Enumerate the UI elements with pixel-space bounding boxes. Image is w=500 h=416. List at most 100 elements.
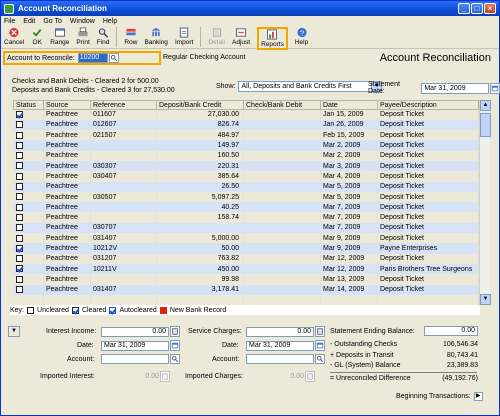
close-icon[interactable]: × (484, 3, 496, 14)
row-status-cell[interactable] (13, 274, 44, 285)
interest-account-input[interactable] (101, 354, 169, 364)
table-row[interactable]: Peachtree 10211V 450.00 Mar 12, 2009 Paris B… (13, 263, 479, 275)
checkbox-icon[interactable] (15, 224, 23, 232)
table-scrollbar[interactable]: ▲ ▼ (479, 100, 491, 305)
table-row[interactable]: Peachtree 99.98 Mar 13, 2009 Deposit Ticket (13, 274, 479, 285)
table-row[interactable]: Peachtree 158.74 Mar 7, 2009 Deposit Ticket (13, 212, 479, 223)
checkbox-checked-icon[interactable] (15, 265, 23, 273)
lookup-icon[interactable] (170, 354, 180, 364)
cancel-button[interactable]: Cancel (4, 27, 24, 46)
col-deposit[interactable]: Deposit/Bank Credit (156, 100, 244, 110)
row-status-cell[interactable] (13, 130, 44, 141)
account-input[interactable]: 10200 (77, 53, 108, 63)
row-status-cell[interactable] (13, 140, 44, 151)
lookup-icon[interactable] (315, 354, 325, 364)
checkbox-icon[interactable] (15, 183, 23, 191)
row-status-cell[interactable] (13, 263, 44, 275)
interest-income-input[interactable]: 0.00 (101, 326, 169, 337)
row-status-cell[interactable] (13, 109, 44, 120)
service-date-input[interactable]: Mar 31, 2009 (246, 340, 314, 351)
checkbox-icon[interactable] (15, 152, 23, 160)
minimize-icon[interactable]: _ (458, 3, 470, 14)
col-check[interactable]: Check/Bank Debit (243, 100, 321, 110)
checkbox-icon[interactable] (15, 131, 23, 139)
ok-button[interactable]: OK (31, 27, 43, 46)
row-status-cell[interactable] (13, 191, 44, 203)
calculator-icon[interactable] (170, 326, 180, 337)
maximize-icon[interactable]: □ (471, 3, 483, 14)
service-charges-input[interactable]: 0.00 (246, 326, 314, 337)
statement-ending-input[interactable]: 0.00 (424, 326, 478, 336)
menu-file[interactable]: File (4, 18, 15, 25)
scroll-thumb[interactable] (480, 113, 491, 137)
table-row[interactable]: Peachtree 030407 385.64 Mar 4, 2009 Deposit … (13, 171, 479, 182)
col-status[interactable]: Status (13, 100, 44, 110)
table-row[interactable]: Peachtree 40.25 Mar 7, 2009 Deposit Ticket (13, 202, 479, 213)
detail-button[interactable]: Detail (208, 27, 225, 46)
col-reference[interactable]: Reference (90, 100, 157, 110)
row-status-cell[interactable] (13, 233, 44, 244)
row-status-cell[interactable] (13, 171, 44, 182)
row-status-cell[interactable] (13, 284, 44, 295)
checkbox-checked-icon[interactable] (15, 244, 23, 252)
banking-button[interactable]: Banking (144, 27, 168, 46)
checkbox-icon[interactable] (15, 213, 23, 221)
checkbox-checked-icon[interactable] (15, 111, 23, 119)
row-status-cell[interactable] (13, 202, 44, 213)
row-status-cell[interactable] (13, 294, 44, 306)
show-select[interactable]: All, Deposits and Bank Credits First ▼ (238, 81, 383, 92)
table-row[interactable]: Peachtree 031207 763.82 Mar 12, 2009 Deposit… (13, 253, 479, 264)
table-row[interactable]: Peachtree 26.50 Mar 5, 2009 Deposit Ticket (13, 181, 479, 192)
row-status-cell[interactable] (13, 243, 44, 254)
table-row[interactable]: Peachtree 012607 826.74 Jan 26, 2009 Deposit… (13, 119, 479, 131)
table-row[interactable]: Peachtree 149.97 Mar 2, 2009 Deposit Ticket (13, 140, 479, 151)
scroll-down-icon[interactable]: ▼ (480, 294, 491, 305)
checkbox-icon[interactable] (15, 255, 23, 263)
adjust-button[interactable]: Adjust (232, 27, 250, 46)
table-row[interactable]: Peachtree 030707 Mar 7, 2009 Deposit Ticket (13, 222, 479, 234)
row-status-cell[interactable] (13, 222, 44, 234)
service-account-input[interactable] (246, 354, 314, 364)
row-status-cell[interactable] (13, 212, 44, 223)
calendar-icon[interactable] (170, 340, 180, 351)
checkbox-icon[interactable] (15, 141, 23, 149)
row-status-cell[interactable] (13, 150, 44, 161)
row-status-cell[interactable] (13, 119, 44, 131)
checkbox-icon[interactable] (15, 286, 23, 294)
range-button[interactable]: Range (50, 27, 69, 46)
table-row[interactable]: Peachtree 160.50 Mar 2, 2009 Deposit Ticket (13, 150, 479, 161)
table-row[interactable]: Peachtree 030507 5,097.25 Mar 5, 2009 Deposi… (13, 191, 479, 203)
row-status-cell[interactable] (13, 160, 44, 172)
row-button[interactable]: Row (124, 27, 137, 46)
menu-window[interactable]: Window (70, 18, 95, 25)
table-row[interactable]: Peachtree 10212V 50.00 Mar 9, 2009 Payne Ent… (13, 243, 479, 254)
table-row[interactable]: Peachtree 031407 3,178.41 Mar 14, 2009 Depos… (13, 284, 479, 295)
menu-edit[interactable]: Edit (23, 18, 35, 25)
table-row[interactable]: Peachtree 011607 27,030.00 Jan 15, 2009 Depo… (13, 109, 479, 120)
print-button[interactable]: Print (76, 27, 90, 46)
help-button[interactable]: ? Help (295, 27, 308, 46)
table-row[interactable] (13, 294, 479, 306)
expand-icon[interactable]: ▼ (8, 326, 20, 337)
reports-button[interactable]: Reports (257, 27, 288, 50)
interest-date-input[interactable]: Mar 31, 2009 (101, 340, 169, 351)
statement-date-input[interactable]: Mar 31, 2009 (421, 82, 490, 94)
menu-goto[interactable]: Go To (43, 18, 62, 25)
find-button[interactable]: Find (97, 27, 109, 46)
row-status-cell[interactable] (13, 181, 44, 192)
checkbox-icon[interactable] (15, 203, 23, 211)
calculator-icon[interactable] (315, 326, 325, 337)
checkbox-icon[interactable] (15, 193, 23, 201)
table-row[interactable]: Peachtree 031407 5,000.00 Mar 9, 2009 Deposi… (13, 233, 479, 244)
scroll-up-icon[interactable]: ▲ (480, 100, 491, 111)
import-button[interactable]: Import (175, 27, 193, 46)
table-row[interactable]: Peachtree 030307 220.31 Mar 3, 2009 Deposit … (13, 160, 479, 172)
checkbox-icon[interactable] (15, 234, 23, 242)
row-status-cell[interactable] (13, 253, 44, 264)
calendar-icon[interactable] (490, 82, 500, 94)
checkbox-icon[interactable] (15, 162, 23, 170)
checkbox-icon[interactable] (15, 275, 23, 283)
col-source[interactable]: Source (43, 100, 91, 110)
calendar-icon[interactable] (315, 340, 325, 351)
col-date[interactable]: Date (320, 100, 378, 110)
